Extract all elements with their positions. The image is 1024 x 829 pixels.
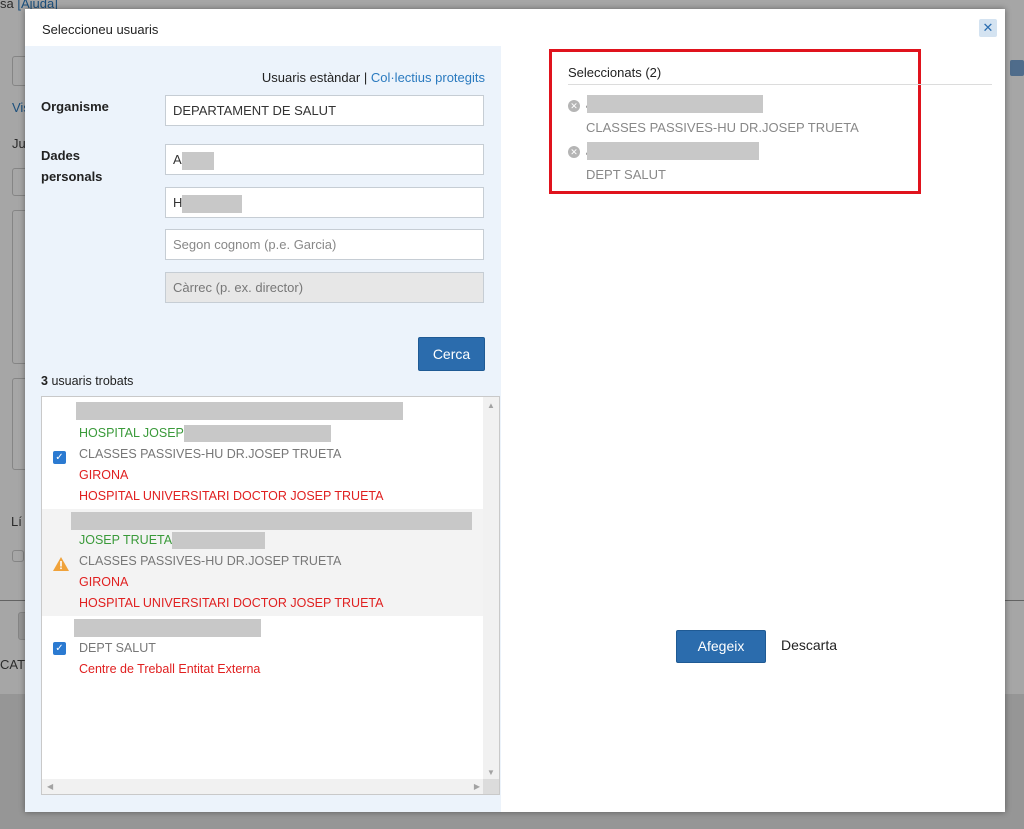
remove-icon[interactable]: ✕ — [568, 100, 580, 112]
close-icon[interactable]: ✕ — [979, 19, 997, 37]
scroll-down-icon: ▼ — [487, 768, 495, 777]
selected-header: Seleccionats (2) — [568, 65, 662, 80]
list-item[interactable]: DEPT SALUT Centre de Treball Entitat Ext… — [42, 616, 485, 686]
second-surname-field[interactable]: Segon cognom (p.e. Garcia) — [165, 229, 484, 260]
organisme-field[interactable]: DEPARTAMENT DE SALUT — [165, 95, 484, 126]
name-field[interactable]: A — [165, 144, 484, 175]
role-field: Càrrec (p. ex. director) — [165, 272, 484, 303]
mode-protected-link[interactable]: Col·lectius protegits — [371, 70, 485, 85]
list-item[interactable]: JOSEP TRUETA CLASSES PASSIVES-HU DR.JOSE… — [42, 509, 485, 616]
scroll-right-icon: ▶ — [473, 782, 480, 791]
redacted-block — [181, 151, 214, 170]
redacted-block — [76, 402, 403, 420]
discard-link[interactable]: Descarta — [781, 637, 837, 653]
add-button[interactable]: Afegeix — [676, 630, 766, 663]
search-mode-switch: Usuaris estàndar | Col·lectius protegits — [261, 70, 485, 85]
mode-standard: Usuaris estàndar — [261, 70, 361, 85]
dialog-title: Seleccioneu usuaris — [42, 22, 159, 37]
selected-user-name: A — [586, 142, 759, 160]
vertical-scrollbar[interactable]: ▲ ▼ — [483, 397, 499, 780]
scroll-left-icon: ◀ — [47, 782, 54, 791]
selected-divider — [568, 84, 992, 85]
redacted-block — [74, 619, 261, 637]
warning-icon — [53, 557, 69, 571]
selected-user-name: A — [586, 95, 763, 113]
results-count: 3 usuaris trobats — [41, 374, 134, 388]
checkbox-checked[interactable]: ✓ — [53, 642, 66, 655]
results-list[interactable]: HOSPITAL JOSEP CLASSES PASSIVES-HU DR.JO… — [41, 396, 500, 795]
first-surname-field[interactable]: H — [165, 187, 484, 218]
select-users-dialog: Seleccioneu usuaris ✕ Usuaris estàndar |… — [25, 9, 1005, 812]
selected-user-unit: DEPT SALUT — [586, 167, 666, 182]
scroll-up-icon: ▲ — [487, 401, 495, 410]
checkbox-checked[interactable]: ✓ — [53, 451, 66, 464]
search-button[interactable]: Cerca — [418, 337, 485, 371]
list-item[interactable]: HOSPITAL JOSEP CLASSES PASSIVES-HU DR.JO… — [42, 399, 485, 509]
horizontal-scrollbar[interactable]: ◀ ▶ — [42, 779, 485, 794]
selected-user-unit: CLASSES PASSIVES-HU DR.JOSEP TRUETA — [586, 120, 859, 135]
scroll-corner — [483, 779, 499, 794]
personal-data-label: Dades personals — [41, 148, 103, 184]
redacted-block — [71, 512, 472, 530]
remove-icon[interactable]: ✕ — [568, 146, 580, 158]
organisme-label: Organisme — [41, 99, 109, 114]
redacted-block — [182, 194, 243, 213]
